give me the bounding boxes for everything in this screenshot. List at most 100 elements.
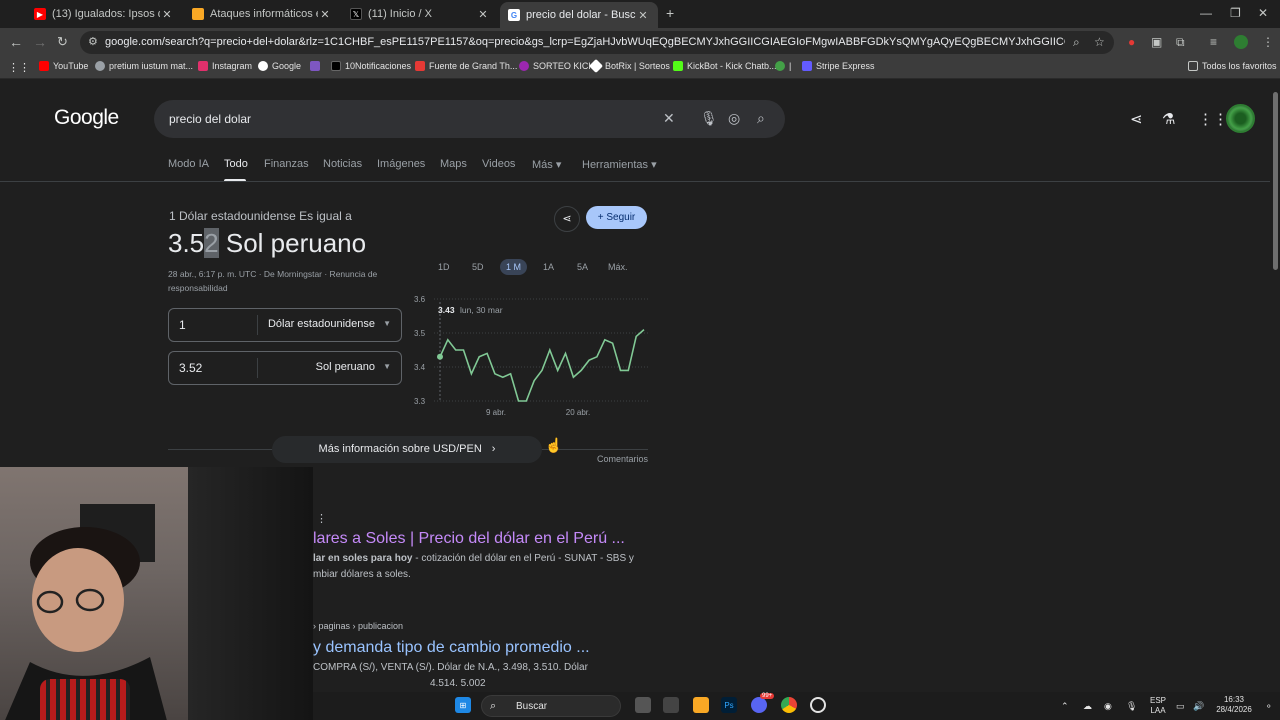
extension-icon[interactable]: ● [1128,35,1135,49]
menu-icon[interactable]: ⋮ [1262,35,1274,49]
bookmark-sorteo-kick[interactable]: SORTEO KICK [519,61,594,71]
bookmark-botrix[interactable]: BotRix | Sorteos [588,58,670,74]
onedrive-icon[interactable]: ☁ [1083,701,1092,711]
address-bar[interactable]: ⚙ google.com/search?q=precio+del+dolar&r… [80,31,1114,54]
range-1m[interactable]: 1 M [500,259,528,275]
to-currency-select[interactable]: Sol peruano [316,361,375,373]
bookmark-youtube[interactable]: YouTube [39,61,88,71]
minimize-icon[interactable]: — [1200,6,1212,20]
language-indicator[interactable]: ESP LAA [1150,696,1166,716]
tab-mas[interactable]: Más ▾ [532,158,561,171]
microphone-icon[interactable]: 🎙 [700,110,718,127]
range-1a[interactable]: 1A [537,259,560,275]
clock[interactable]: 16:33 28/4/2026 [1213,695,1255,715]
app-icon[interactable] [810,697,826,713]
share-button[interactable]: ⋖ [554,206,580,232]
all-bookmarks-folder[interactable]: Todos los favoritos [1188,61,1277,71]
chevron-down-icon[interactable]: ▼ [383,319,391,328]
tab-youtube[interactable]: ▶ (13) Igualados: Ipsos dice que e ✕ [26,4,182,24]
search-input[interactable]: precio del dolar [169,112,251,126]
restore-icon[interactable]: ❐ [1230,6,1241,20]
tab-news[interactable]: Ataques informáticos expuesieron ✕ [184,4,340,24]
scrollbar-thumb[interactable] [1273,92,1278,270]
comments-link[interactable]: Comentarios [597,454,648,464]
apps-grid-icon[interactable]: ⋮⋮ [1198,110,1228,128]
bookmark-google[interactable]: Google [258,61,301,71]
range-5a[interactable]: 5A [571,259,594,275]
tab-modo-ia[interactable]: Modo IA [168,158,209,170]
breadcrumb[interactable]: › paginas › publicacion [313,621,403,631]
taskbar-search[interactable]: ⌕ Buscar [481,695,621,717]
reload-icon[interactable]: ↻ [57,34,68,50]
close-icon[interactable]: ✕ [160,8,174,21]
close-window-icon[interactable]: ✕ [1258,6,1268,20]
result-title[interactable]: lares a Soles | Precio del dólar en el P… [313,530,625,548]
search-icon[interactable]: ⌕ [757,110,765,127]
from-amount-input[interactable]: 1 [179,318,186,332]
bookmark-10notificaciones[interactable]: 10Notificaciones [331,61,411,71]
notifications-icon[interactable]: ⚬ [1265,701,1273,711]
google-logo[interactable]: Google [54,106,119,130]
scrollbar[interactable] [1270,80,1280,692]
new-tab-button[interactable]: + [666,5,674,21]
to-amount-input[interactable]: 3.52 [179,361,202,375]
tab-google[interactable]: G precio del dolar - Buscar con Go ✕ [500,2,658,28]
app-icon[interactable] [663,697,679,713]
tray-app-icon[interactable]: ◉ [1104,701,1112,711]
task-view-icon[interactable] [635,697,651,713]
tab-noticias[interactable]: Noticias [323,158,362,170]
avatar[interactable] [1226,104,1255,133]
bookmark-kickbot[interactable]: KickBot - Kick Chatb... [673,61,777,71]
close-icon[interactable]: ✕ [318,8,332,21]
result-title[interactable]: y demanda tipo de cambio promedio ... [313,639,590,657]
close-icon[interactable]: ✕ [636,9,650,22]
labs-flask-icon[interactable]: ⚗ [1162,110,1175,128]
exchange-rate-chart[interactable]: 3.6 3.5 3.4 3.3 9 abr. 20 abr. 3.43 lun, 30 … [410,292,650,422]
profile-avatar[interactable] [1234,35,1248,49]
tab-herramientas[interactable]: Herramientas ▾ [582,158,657,171]
file-explorer-icon[interactable] [693,697,709,713]
network-icon[interactable]: ▭ [1176,701,1185,711]
clear-icon[interactable]: ✕ [663,110,675,127]
tab-videos[interactable]: Videos [482,158,515,170]
bookmark-pretium[interactable]: pretium iustum mat... [95,61,193,71]
bookmark-whatsapp[interactable]: | [775,61,791,71]
close-icon[interactable]: ✕ [476,8,490,21]
search-box[interactable]: precio del dolar ✕ 🎙 ◎ ⌕ [154,100,785,138]
volume-icon[interactable]: 🔊 [1193,701,1204,711]
apps-icon[interactable]: ⋮⋮ [8,61,30,74]
photoshop-icon[interactable]: Ps [721,697,737,713]
tab-x[interactable]: 𝕏 (11) Inicio / X ✕ [342,4,498,24]
tab-finanzas[interactable]: Finanzas [264,158,309,170]
tab-imagenes[interactable]: Imágenes [377,158,425,170]
tab-todo[interactable]: Todo [224,158,248,170]
lens-icon[interactable]: ◎ [728,110,740,127]
tab-maps[interactable]: Maps [440,158,467,170]
range-max[interactable]: Máx. [602,259,634,275]
more-info-button[interactable]: Más información sobre USD/PEN › [272,436,542,463]
zoom-icon[interactable]: ⌕ [1073,35,1080,50]
microphone-icon[interactable]: 🎙 [1126,701,1137,711]
from-currency-select[interactable]: Dólar estadounidense [268,318,375,330]
bookmark-stripe[interactable]: Stripe Express [802,61,875,71]
bookmark-instagram[interactable]: Instagram [198,61,252,71]
extension-icon[interactable]: ▣ [1151,35,1162,49]
bookmark-unnamed[interactable] [310,61,324,71]
discord-icon[interactable] [751,697,767,713]
follow-button[interactable]: + Seguir [586,206,647,229]
bookmark-gta[interactable]: Fuente de Grand Th... [415,61,517,71]
range-1d[interactable]: 1D [432,259,456,275]
bookmark-star-icon[interactable]: ☆ [1094,35,1105,49]
chrome-icon[interactable] [781,697,797,713]
show-hidden-icons[interactable]: ⌃ [1061,701,1069,711]
windows-start-icon[interactable]: ⊞ [455,697,471,713]
back-icon[interactable]: ← [9,34,23,50]
range-5d[interactable]: 5D [466,259,490,275]
more-options-icon[interactable]: ⋮ [316,512,327,525]
chevron-down-icon[interactable]: ▼ [383,362,391,371]
share-icon[interactable]: ⋖ [1130,110,1143,128]
site-info-icon[interactable]: ⚙ [88,35,98,48]
forward-icon[interactable]: → [33,34,47,50]
tab-search-icon[interactable]: ≡ [1210,35,1217,49]
extensions-puzzle-icon[interactable]: ⧉ [1176,35,1185,50]
